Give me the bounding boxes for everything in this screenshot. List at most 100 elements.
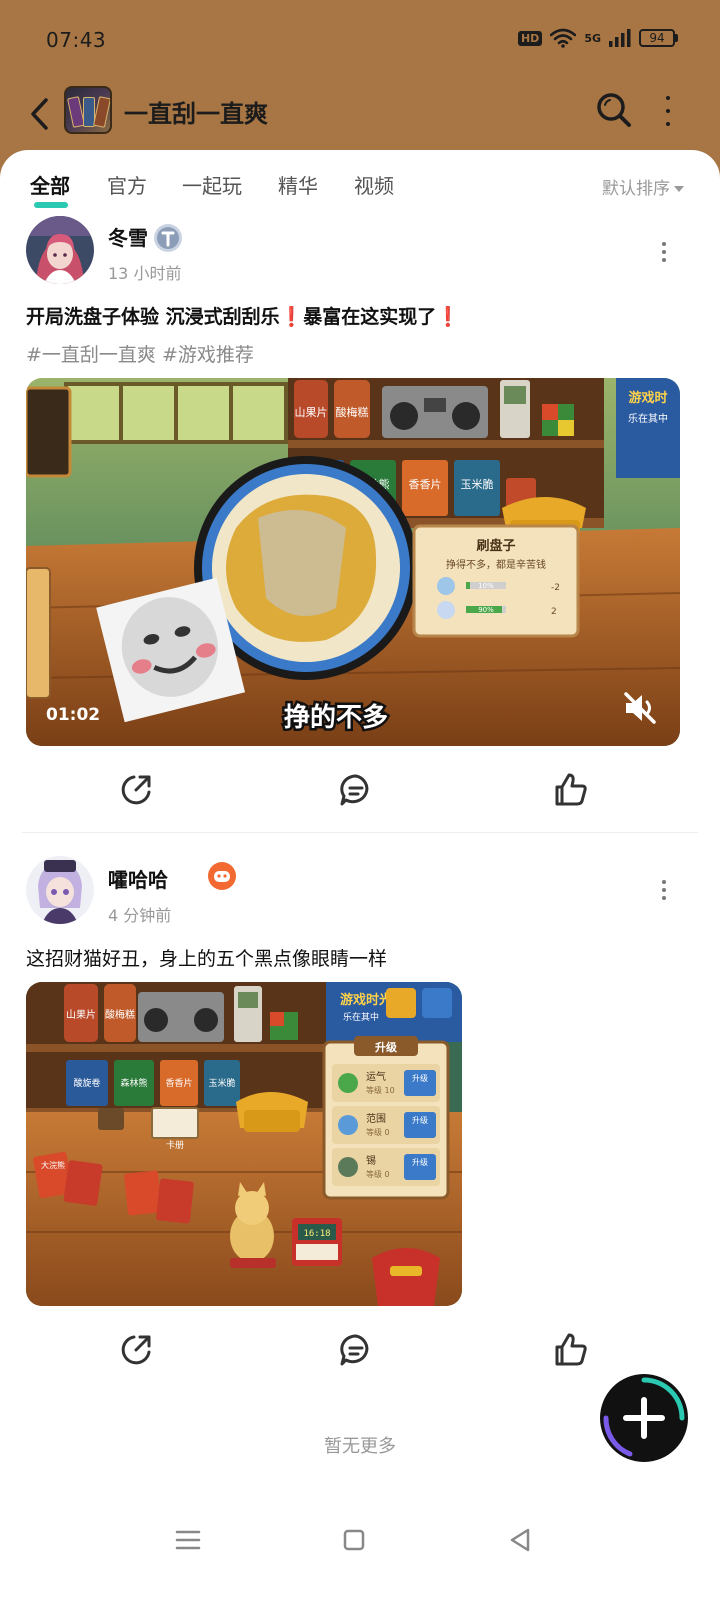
top-app-bar: 一直刮一直爽	[0, 80, 720, 150]
upgrade-name: 运气	[366, 1070, 386, 1083]
sort-dropdown[interactable]: 默认排序	[602, 174, 684, 199]
card-progress-label: 10%	[478, 582, 494, 590]
battery-level: 94	[639, 29, 675, 47]
comment-icon	[340, 774, 369, 806]
register-display: 16:18	[303, 1229, 330, 1239]
post-card: 嚯哈哈 4 分钟前 这招财猫好丑，身上的五个黑点像眼睛一样 山果片 酸梅糕 酸旋…	[0, 850, 720, 1390]
card-progress-fill	[466, 582, 470, 589]
shelf-label-text: 玉米脆	[208, 1077, 235, 1089]
card-desc-text: 挣得不多，都是辛苦钱	[446, 558, 546, 571]
video-subtitle: 挣的不多	[284, 702, 388, 733]
share-button[interactable]	[114, 768, 158, 812]
upgrade-name: 范围	[366, 1112, 386, 1125]
more-options-button[interactable]	[662, 96, 674, 126]
post-actions	[0, 768, 720, 812]
upgrade-name: 锡	[366, 1154, 376, 1167]
exclamation-icon: ❗	[279, 306, 304, 328]
page-title: 一直刮一直爽	[124, 100, 268, 128]
menu-icon	[175, 1530, 201, 1550]
status-time: 07:43	[46, 28, 107, 52]
post-title[interactable]: 这招财猫好丑，身上的五个黑点像眼睛一样	[26, 944, 387, 971]
post-card: 冬雪 13 小时前 开局洗盘子体验 沉浸式刮刮乐❗暴富在这实现了❗ #一直刮一直…	[0, 214, 720, 838]
shelf-label-text: 山果片	[295, 406, 328, 419]
comment-button[interactable]	[334, 768, 378, 812]
tab-play-together[interactable]: 一起玩	[182, 170, 242, 199]
upgrade-panel-title: 升级	[375, 1040, 398, 1054]
hd-icon: HD	[517, 30, 543, 46]
post-more-button[interactable]	[660, 880, 668, 900]
system-back-button[interactable]	[500, 1520, 540, 1560]
comment-button[interactable]	[334, 1328, 378, 1372]
recents-button[interactable]	[168, 1520, 208, 1560]
more-vertical-icon	[662, 242, 666, 246]
tab-bar: 全部 官方 一起玩 精华 视频 默认排序	[0, 170, 720, 210]
snack-bag-label: 大浣熊	[41, 1160, 65, 1170]
upgrade-btn-label: 升级	[412, 1073, 428, 1083]
avatar[interactable]	[26, 216, 94, 284]
back-button[interactable]	[26, 92, 56, 136]
status-bar: 07:43 HD 5G 94	[0, 0, 720, 80]
system-nav-bar	[0, 1500, 720, 1600]
search-button[interactable]	[594, 90, 634, 130]
video-player[interactable]: 山果片 酸梅糕 森林熊 香香片 玉米脆	[26, 378, 680, 746]
signal-icon	[609, 29, 631, 47]
gamepad-badge-icon	[208, 862, 236, 890]
tab-featured[interactable]: 精华	[278, 170, 318, 199]
card-progress-label: 90%	[478, 606, 494, 614]
author-name[interactable]: 嚯哈哈	[108, 864, 168, 893]
wifi-icon	[550, 28, 577, 48]
share-button[interactable]	[114, 1328, 158, 1372]
like-button[interactable]	[549, 768, 593, 812]
shelf-label-text: 香香片	[409, 478, 442, 491]
share-icon	[121, 775, 151, 805]
mute-button[interactable]	[620, 688, 660, 728]
upgrade-btn-label: 升级	[412, 1157, 428, 1167]
active-tab-indicator	[34, 202, 68, 208]
network-type: 5G	[584, 31, 601, 45]
card-title-text: 刷盘子	[476, 538, 515, 554]
video-thumbnail: 山果片 酸梅糕 森林熊 香香片 玉米脆	[26, 378, 680, 746]
post-actions	[0, 1328, 720, 1372]
avatar[interactable]	[26, 856, 94, 924]
post-time: 4 分钟前	[108, 906, 172, 925]
upgrade-btn-label: 升级	[412, 1115, 428, 1125]
sort-label: 默认排序	[602, 179, 670, 199]
triangle-back-icon	[510, 1528, 530, 1552]
exclamation-icon: ❗	[436, 306, 460, 328]
more-vertical-icon	[662, 880, 666, 884]
upgrade-level: 等级 10	[366, 1085, 395, 1095]
divider	[22, 832, 698, 833]
comment-icon	[340, 1334, 369, 1366]
post-title[interactable]: 开局洗盘子体验 沉浸式刮刮乐❗暴富在这实现了❗	[26, 302, 460, 329]
author-name[interactable]: 冬雪	[108, 222, 148, 251]
search-icon	[597, 93, 631, 127]
shelf-label-text: 酸梅糕	[336, 405, 369, 419]
like-button[interactable]	[549, 1328, 593, 1372]
sign-text: 乐在其中	[628, 412, 668, 425]
shelf-label-text: 酸旋卷	[73, 1077, 100, 1089]
thumbs-up-icon	[555, 1333, 587, 1366]
tab-video[interactable]: 视频	[354, 170, 394, 199]
sign-text: 游戏时光	[340, 992, 392, 1008]
sign-text: 乐在其中	[343, 1011, 379, 1023]
post-image[interactable]: 山果片 酸梅糕 酸旋卷 森林熊 香香片 玉米脆 游戏时光 乐在其中 卡册 大浣熊…	[26, 982, 462, 1306]
home-square-icon	[343, 1529, 365, 1551]
shelf-label-text: 玉米脆	[461, 477, 494, 491]
tab-official[interactable]: 官方	[107, 170, 147, 199]
plus-icon	[603, 1377, 685, 1457]
post-tags[interactable]: #一直刮一直爽 #游戏推荐	[26, 340, 254, 367]
game-logo[interactable]	[64, 86, 112, 134]
upgrade-level: 等级 0	[366, 1169, 390, 1179]
create-post-button[interactable]	[600, 1374, 688, 1462]
home-button[interactable]	[334, 1520, 374, 1560]
caret-down-icon	[674, 186, 684, 192]
card-album-label: 卡册	[166, 1139, 184, 1151]
status-icons: HD 5G 94	[517, 28, 678, 48]
post-time: 13 小时前	[108, 264, 182, 283]
tab-all[interactable]: 全部	[30, 170, 70, 199]
volume-mute-icon	[624, 692, 656, 724]
share-icon	[121, 1335, 151, 1365]
shelf-label-text: 香香片	[165, 1077, 192, 1089]
chevron-left-icon	[31, 98, 48, 130]
post-more-button[interactable]	[660, 242, 668, 262]
